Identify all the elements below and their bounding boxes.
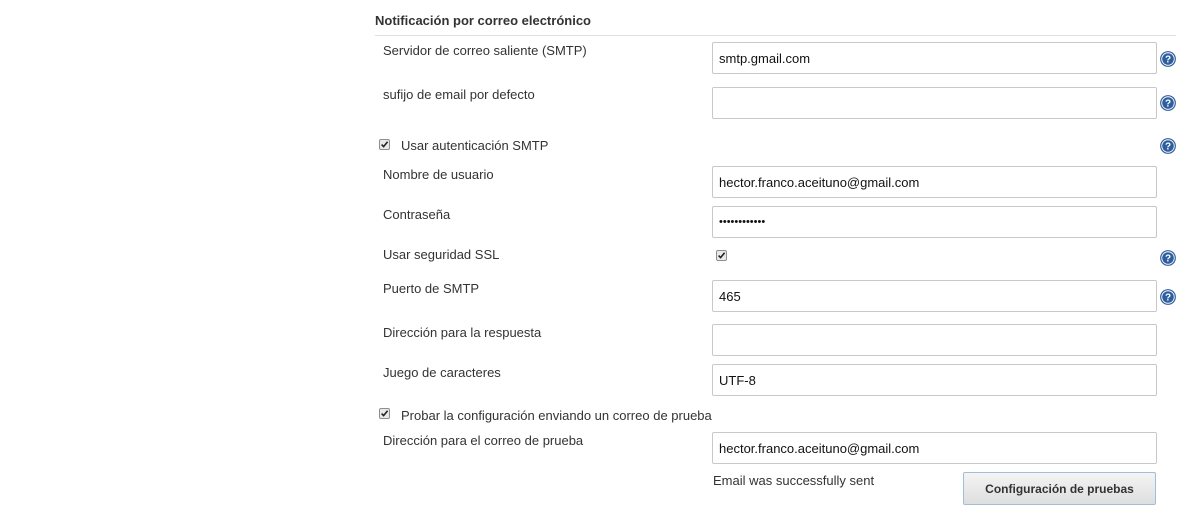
smtp-auth-label: Usar autenticación SMTP bbox=[401, 138, 549, 153]
smtp-server-input[interactable] bbox=[712, 42, 1157, 74]
smtp-server-label: Servidor de correo saliente (SMTP) bbox=[383, 43, 587, 58]
username-input[interactable] bbox=[712, 166, 1157, 198]
smtp-auth-checkbox[interactable] bbox=[379, 139, 390, 150]
svg-text:?: ? bbox=[1165, 55, 1171, 66]
email-suffix-input[interactable] bbox=[712, 87, 1157, 119]
svg-text:?: ? bbox=[1165, 254, 1171, 265]
reply-to-label: Dirección para la respuesta bbox=[383, 325, 542, 340]
smtp-port-input[interactable] bbox=[712, 280, 1157, 312]
password-label: Contraseña bbox=[383, 207, 451, 222]
svg-text:?: ? bbox=[1165, 142, 1171, 153]
password-input[interactable] bbox=[712, 206, 1157, 238]
username-label: Nombre de usuario bbox=[383, 167, 494, 182]
smtp-port-label: Puerto de SMTP bbox=[383, 281, 480, 296]
email-suffix-label: sufijo de email por defecto bbox=[383, 87, 535, 102]
help-icon[interactable]: ? bbox=[1160, 250, 1176, 266]
section-divider bbox=[375, 35, 1176, 36]
svg-text:?: ? bbox=[1165, 293, 1171, 304]
charset-label: Juego de caracteres bbox=[383, 365, 501, 380]
help-icon[interactable]: ? bbox=[1160, 51, 1176, 67]
status-message: Email was successfully sent bbox=[713, 473, 875, 488]
ssl-label: Usar seguridad SSL bbox=[383, 247, 500, 262]
help-icon[interactable]: ? bbox=[1160, 95, 1176, 111]
ssl-checkbox[interactable] bbox=[716, 250, 727, 261]
test-address-label: Dirección para el correo de prueba bbox=[383, 433, 584, 448]
charset-input[interactable] bbox=[712, 364, 1157, 396]
test-address-input[interactable] bbox=[712, 432, 1157, 464]
section-title: Notificación por correo electrónico bbox=[375, 13, 591, 28]
help-icon[interactable]: ? bbox=[1160, 138, 1176, 154]
test-config-label: Probar la configuración enviando un corr… bbox=[401, 408, 712, 423]
svg-text:?: ? bbox=[1165, 99, 1171, 110]
test-configuration-button[interactable]: Configuración de pruebas bbox=[963, 472, 1156, 505]
test-config-checkbox[interactable] bbox=[379, 408, 390, 419]
help-icon[interactable]: ? bbox=[1160, 289, 1176, 305]
reply-to-input[interactable] bbox=[712, 324, 1157, 356]
